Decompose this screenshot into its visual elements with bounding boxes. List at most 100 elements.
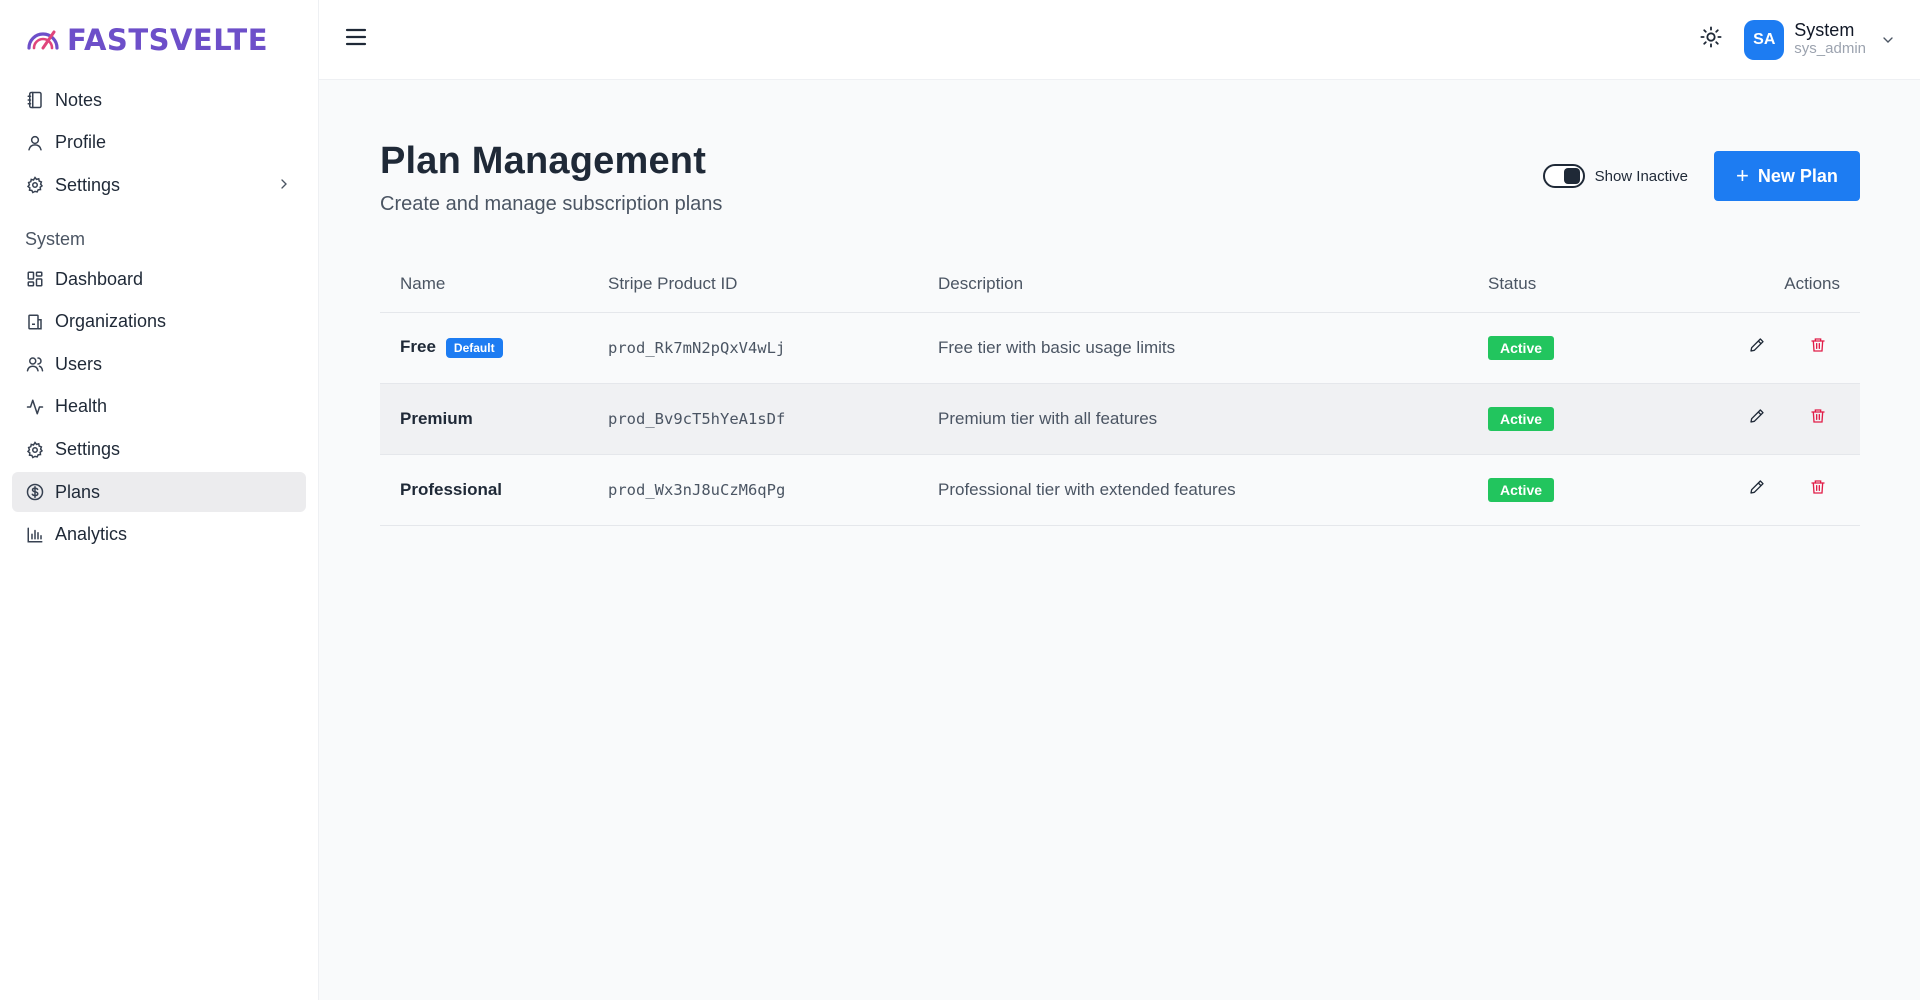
delete-button[interactable] <box>1806 407 1830 431</box>
edit-button[interactable] <box>1745 407 1769 431</box>
page-title: Plan Management <box>380 140 707 182</box>
user-name: System <box>1794 20 1855 41</box>
sidebar-item-label: Dashboard <box>55 268 144 289</box>
sidebar-item-label: Health <box>55 396 108 417</box>
plan-name-cell: Free Default <box>380 312 608 384</box>
gear-icon <box>25 440 45 460</box>
pencil-icon <box>1749 337 1765 358</box>
sidebar-nav: Notes Profile Settings System Dashboard … <box>0 80 318 555</box>
product-id: prod_Wx3nJ8uCzM6qPg <box>608 454 938 526</box>
edit-button[interactable] <box>1745 336 1769 360</box>
grid-icon <box>25 269 45 289</box>
user-handle: sys_admin <box>1794 40 1866 58</box>
sidebar-item-system-settings[interactable]: Settings <box>12 430 306 470</box>
header-actions: Show Inactive + New Plan <box>1542 151 1860 201</box>
activity-icon <box>25 397 45 417</box>
plan-name-cell: Premium <box>380 383 608 455</box>
plan-name: Professional <box>400 479 503 499</box>
bar-chart-icon <box>25 525 45 545</box>
sidebar-item-label: Plans <box>55 481 101 502</box>
building-icon <box>25 312 45 332</box>
sidebar-item-label: Settings <box>55 174 121 195</box>
toggle-knob <box>1563 168 1580 184</box>
plans-table: Name Stripe Product ID Description Statu… <box>380 256 1860 526</box>
brand-logo[interactable]: FASTSVELTE <box>0 0 318 80</box>
plan-description: Professional tier with extended features <box>938 454 1488 526</box>
delete-button[interactable] <box>1806 478 1830 502</box>
product-id: prod_Rk7mN2pQxV4wLj <box>608 312 938 384</box>
status-cell: Active <box>1488 454 1624 526</box>
notebook-icon <box>25 90 45 110</box>
column-header-status[interactable]: Status <box>1488 256 1624 313</box>
trash-icon <box>1810 479 1826 500</box>
plan-name: Free <box>400 337 436 357</box>
sidebar-item-label: Analytics <box>55 524 128 545</box>
new-plan-label: New Plan <box>1757 165 1838 186</box>
sidebar-item-label: Organizations <box>55 311 167 332</box>
toggle-switch[interactable] <box>1542 164 1585 188</box>
sidebar-item-settings[interactable]: Settings <box>12 165 306 205</box>
table-row[interactable]: Professional prod_Wx3nJ8uCzM6qPg Profess… <box>380 454 1860 526</box>
topbar-right: SA System sys_admin <box>1696 19 1896 60</box>
users-icon <box>25 354 45 374</box>
column-header-name[interactable]: Name <box>380 256 608 313</box>
sidebar-item-health[interactable]: Health <box>12 387 306 427</box>
sidebar-item-label: Settings <box>55 439 121 460</box>
brand-name: FASTSVELTE <box>67 23 269 57</box>
table-row[interactable]: Free Default prod_Rk7mN2pQxV4wLj Free tie… <box>380 312 1860 384</box>
row-actions <box>1623 312 1860 384</box>
sidebar-item-profile[interactable]: Profile <box>12 123 306 163</box>
chevron-right-icon <box>276 176 292 197</box>
pencil-icon <box>1749 408 1765 429</box>
speedometer-icon <box>25 24 61 57</box>
trash-icon <box>1810 337 1826 358</box>
edit-button[interactable] <box>1745 478 1769 502</box>
sidebar-item-notes[interactable]: Notes <box>12 80 306 120</box>
main-area: SA System sys_admin Plan Management Crea… <box>319 0 1920 1000</box>
toggle-label: Show Inactive <box>1594 167 1688 185</box>
user-menu[interactable]: SA System sys_admin <box>1744 19 1896 60</box>
new-plan-button[interactable]: + New Plan <box>1714 151 1860 201</box>
pencil-icon <box>1749 479 1765 500</box>
status-badge: Active <box>1488 406 1555 431</box>
user-info: System sys_admin <box>1794 21 1866 57</box>
row-actions <box>1623 383 1860 455</box>
avatar: SA <box>1744 19 1785 60</box>
gear-icon <box>25 175 45 195</box>
theme-toggle-button[interactable] <box>1696 25 1726 55</box>
column-header-description[interactable]: Description <box>938 256 1488 313</box>
status-badge: Active <box>1488 335 1555 360</box>
column-header-product-id[interactable]: Stripe Product ID <box>608 256 938 313</box>
sidebar-section-system: System <box>25 228 86 249</box>
menu-toggle-button[interactable] <box>343 27 369 53</box>
table-header-row: Name Stripe Product ID Description Statu… <box>380 256 1860 313</box>
sidebar-item-organizations[interactable]: Organizations <box>12 302 306 342</box>
sidebar-item-plans[interactable]: Plans <box>12 472 306 513</box>
default-badge: Default <box>445 337 503 358</box>
dollar-circle-icon <box>25 482 45 502</box>
plan-name: Premium <box>400 408 473 428</box>
sidebar-item-label: Notes <box>55 89 103 110</box>
status-cell: Active <box>1488 383 1624 455</box>
row-actions <box>1623 454 1860 526</box>
sidebar-item-users[interactable]: Users <box>12 344 306 384</box>
page-header: Plan Management Create and manage subscr… <box>380 140 1860 216</box>
product-id: prod_Bv9cT5hYeA1sDf <box>608 383 938 455</box>
trash-icon <box>1810 408 1826 429</box>
delete-button[interactable] <box>1806 336 1830 360</box>
table-row[interactable]: Premium prod_Bv9cT5hYeA1sDf Premium tier… <box>380 383 1860 455</box>
sidebar-item-label: Users <box>55 353 103 374</box>
sidebar-item-analytics[interactable]: Analytics <box>12 515 306 555</box>
page-subtitle: Create and manage subscription plans <box>380 193 723 215</box>
sun-icon <box>1700 26 1722 53</box>
status-cell: Active <box>1488 312 1624 384</box>
sidebar-item-label: Profile <box>55 132 107 153</box>
hamburger-icon <box>345 28 367 51</box>
user-icon <box>25 133 45 153</box>
plan-description: Premium tier with all features <box>938 383 1488 455</box>
page-content: Plan Management Create and manage subscr… <box>319 80 1920 526</box>
show-inactive-toggle[interactable]: Show Inactive <box>1542 164 1688 188</box>
sidebar-item-dashboard[interactable]: Dashboard <box>12 259 306 299</box>
plus-icon: + <box>1736 163 1749 188</box>
status-badge: Active <box>1488 477 1555 502</box>
